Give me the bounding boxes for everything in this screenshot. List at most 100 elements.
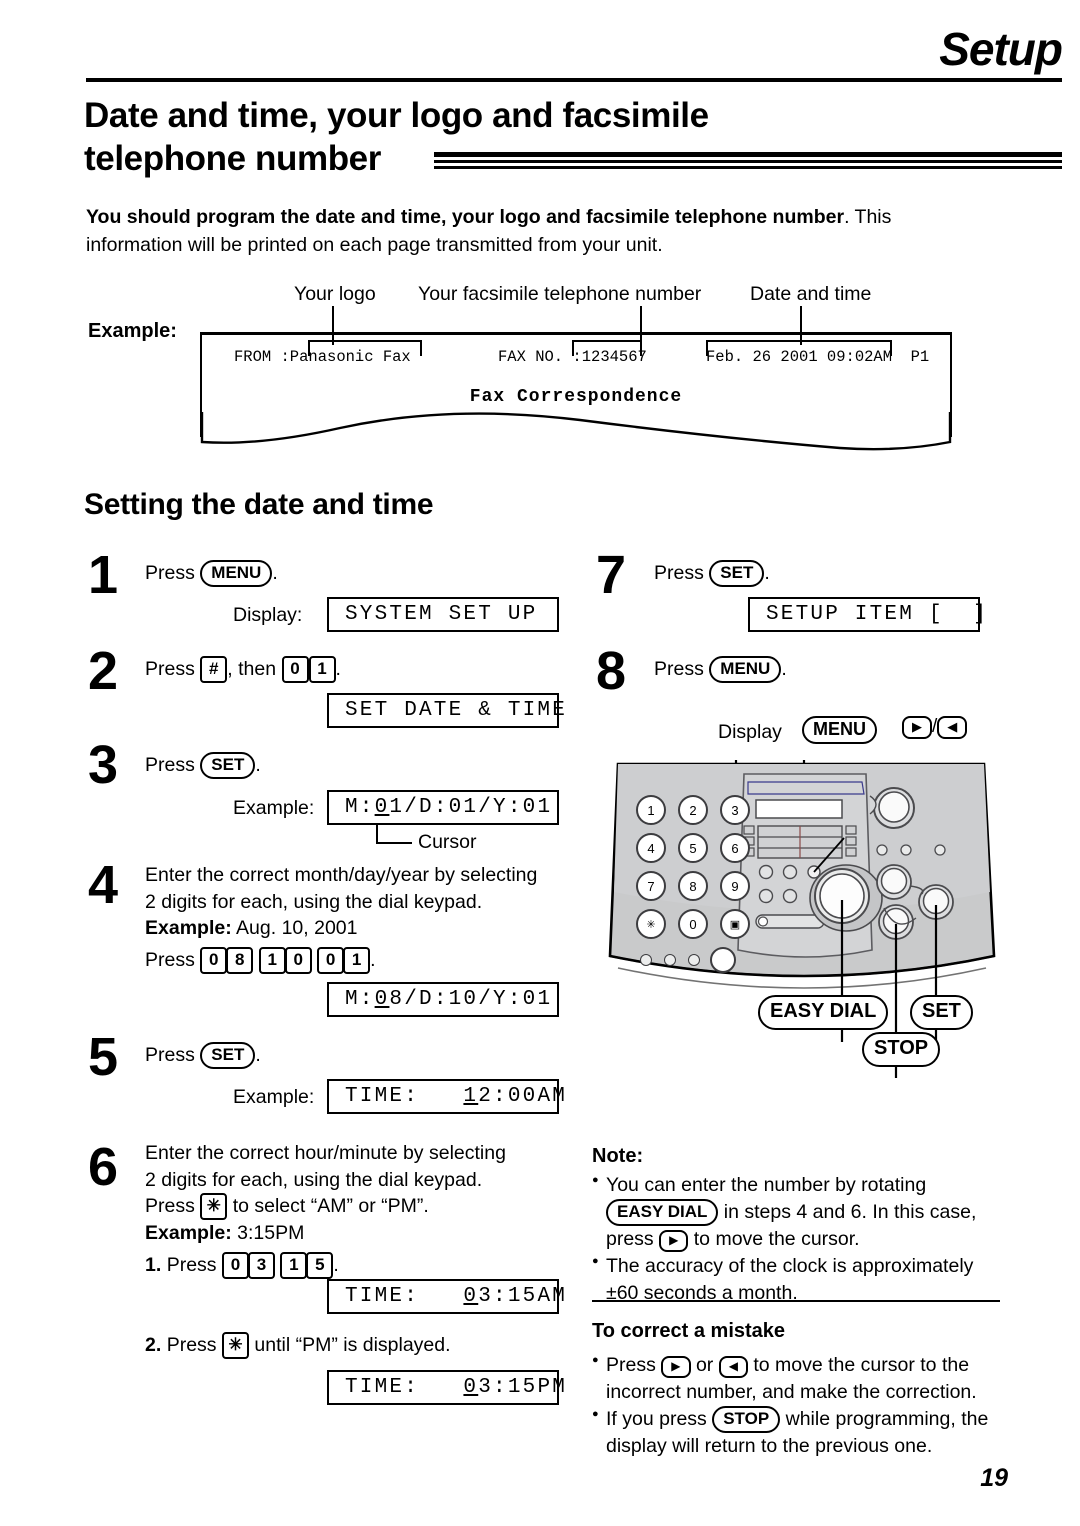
keypad-key-7[interactable]: 7 bbox=[636, 871, 666, 901]
note-b1-part3-post: to move the cursor. bbox=[693, 1227, 860, 1250]
lcd-step-3: M: 0 1/D:01/Y:01 bbox=[327, 790, 559, 825]
key-set[interactable]: SET bbox=[200, 1042, 256, 1069]
keypad-key-2[interactable]: 2 bbox=[678, 795, 708, 825]
dial-keypad[interactable]: 1 2 3 4 5 6 7 8 9 ✳ 0 ▣ bbox=[636, 795, 750, 973]
key-easy-dial[interactable]: EASY DIAL bbox=[606, 1198, 719, 1226]
lcd-5-cursor: 1 bbox=[463, 1085, 479, 1108]
keypad-key-hash[interactable]: ▣ bbox=[720, 909, 750, 939]
step-6-sub1-press: Press bbox=[166, 1253, 217, 1276]
step-3-instruction: Press SET. bbox=[145, 752, 261, 779]
callout-easy-dial: EASY DIAL bbox=[758, 995, 889, 1030]
step-2-then-label: , then bbox=[227, 658, 277, 680]
step-2-period: . bbox=[335, 658, 341, 680]
key-stop[interactable]: STOP bbox=[862, 1032, 941, 1067]
step-6-sub1-num: 1. bbox=[145, 1253, 162, 1276]
key-digit-5[interactable]: 5 bbox=[306, 1251, 334, 1279]
key-digit-0b[interactable]: 0 bbox=[284, 946, 312, 974]
correct-mistake-bullets: Press ▶ or ◀ to move the cursor to the i… bbox=[592, 1352, 1012, 1460]
cursor-callout-label: Cursor bbox=[418, 831, 477, 853]
lcd-step-5: TIME: 1 2:00AM bbox=[327, 1079, 565, 1114]
lcd-6b-pre: TIME: bbox=[345, 1376, 464, 1399]
step-4-example-bold: Example: bbox=[145, 917, 232, 940]
note-divider bbox=[592, 1300, 1000, 1302]
keypad-key-0[interactable]: 0 bbox=[678, 909, 708, 939]
cm-b1-or: or bbox=[695, 1354, 714, 1376]
key-digit-1[interactable]: 1 bbox=[308, 656, 336, 684]
key-digit-0[interactable]: 0 bbox=[221, 1251, 249, 1279]
key-menu[interactable]: MENU bbox=[802, 716, 877, 745]
key-digit-1b[interactable]: 1 bbox=[343, 946, 371, 974]
key-set[interactable]: SET bbox=[709, 560, 765, 587]
step-4-instruction: Enter the correct month/day/year by sele… bbox=[145, 862, 565, 974]
keypad-key-3[interactable]: 3 bbox=[720, 795, 750, 825]
cursor-leader-elbow bbox=[376, 842, 412, 844]
step-8-instruction: Press MENU. bbox=[654, 656, 787, 683]
keypad-key-8[interactable]: 8 bbox=[678, 871, 708, 901]
step-number-3: 3 bbox=[88, 735, 119, 795]
subsection-title: Setting the date and time bbox=[84, 488, 434, 521]
keypad-key-4[interactable]: 4 bbox=[636, 833, 666, 863]
key-star[interactable]: ✳ bbox=[200, 1193, 228, 1221]
step-6-instruction: Enter the correct hour/minute by selecti… bbox=[145, 1140, 565, 1279]
cm-b2-post: while programming, the bbox=[785, 1407, 989, 1430]
step-6-sub2-post: until “PM” is displayed. bbox=[254, 1334, 451, 1356]
step-6-sub2-press: Press bbox=[166, 1334, 217, 1356]
cm-b2-pre: If you press bbox=[606, 1407, 707, 1430]
step-5-period: . bbox=[255, 1044, 261, 1066]
lcd-6a-pre: TIME: bbox=[345, 1285, 464, 1308]
key-digit-1[interactable]: 1 bbox=[280, 1251, 308, 1279]
key-menu[interactable]: MENU bbox=[200, 560, 273, 587]
note-bullets: You can enter the number by rotating EAS… bbox=[592, 1172, 1012, 1307]
lcd-3-post: 1/D:01/Y:01 bbox=[389, 796, 553, 819]
key-arrow-right[interactable]: ▶ bbox=[661, 1356, 691, 1378]
step-3-period: . bbox=[255, 754, 261, 776]
intro-bold: You should program the date and time, yo… bbox=[86, 206, 845, 228]
key-digit-3[interactable]: 3 bbox=[247, 1251, 275, 1279]
step-6-line2: 2 digits for each, using the dial keypad… bbox=[145, 1168, 483, 1191]
callout-display-label: Display bbox=[718, 721, 782, 743]
lcd-step-4: M: 0 8/D:10/Y:01 bbox=[327, 982, 559, 1017]
key-set[interactable]: SET bbox=[910, 995, 973, 1030]
key-stop[interactable]: STOP bbox=[712, 1405, 781, 1433]
lcd-step-7: SETUP ITEM [ ] bbox=[748, 597, 986, 632]
example-label: Example: bbox=[88, 320, 177, 342]
keypad-key-9[interactable]: 9 bbox=[720, 871, 750, 901]
speaker-button[interactable] bbox=[710, 947, 736, 973]
keypad-key-1[interactable]: 1 bbox=[636, 795, 666, 825]
lcd-3-pre: M: bbox=[345, 796, 375, 819]
cm-b1-post: to move the cursor to the bbox=[753, 1354, 970, 1376]
key-arrow-right[interactable]: ▶ bbox=[902, 716, 932, 740]
step-6-sub2: 2. Press ✳ until “PM” is displayed. bbox=[145, 1332, 451, 1360]
key-arrow-left[interactable]: ◀ bbox=[718, 1356, 748, 1378]
key-arrow-left[interactable]: ◀ bbox=[937, 716, 968, 740]
fax-header-from: FROM :Panasonic Fax bbox=[234, 348, 411, 366]
note-heading: Note: bbox=[592, 1145, 644, 1167]
key-digit-0[interactable]: 0 bbox=[281, 656, 309, 684]
key-set[interactable]: SET bbox=[200, 752, 256, 779]
step-number-8: 8 bbox=[596, 641, 627, 701]
key-menu[interactable]: MENU bbox=[709, 656, 782, 683]
step-8-period: . bbox=[781, 658, 787, 680]
key-digit-0c[interactable]: 0 bbox=[317, 946, 345, 974]
step-7-period: . bbox=[764, 562, 770, 584]
key-digit-0[interactable]: 0 bbox=[200, 946, 228, 974]
key-star[interactable]: ✳ bbox=[221, 1332, 249, 1360]
key-digit-1[interactable]: 1 bbox=[258, 946, 286, 974]
step-6-sub2-num: 2. bbox=[145, 1334, 162, 1356]
key-arrow-right[interactable]: ▶ bbox=[659, 1229, 689, 1252]
keypad-key-star[interactable]: ✳ bbox=[636, 909, 666, 939]
keypad-key-6[interactable]: 6 bbox=[720, 833, 750, 863]
step-number-1: 1 bbox=[88, 545, 119, 605]
key-easy-dial[interactable]: EASY DIAL bbox=[758, 995, 889, 1030]
key-hash[interactable]: # bbox=[200, 656, 228, 684]
header-rule bbox=[86, 78, 1062, 82]
lcd-step-1: SYSTEM SET UP bbox=[327, 597, 559, 632]
intro-paragraph: You should program the date and time, yo… bbox=[86, 204, 976, 259]
lcd-6a-post: 3:15AM bbox=[478, 1285, 568, 1308]
step-number-5: 5 bbox=[88, 1027, 119, 1087]
step-number-2: 2 bbox=[88, 641, 119, 701]
fax-header-datetime: Feb. 26 2001 09:02AM P1 bbox=[706, 348, 930, 366]
key-digit-8[interactable]: 8 bbox=[226, 946, 254, 974]
note-b1-part1: You can enter the number by rotating bbox=[606, 1174, 927, 1196]
keypad-key-5[interactable]: 5 bbox=[678, 833, 708, 863]
